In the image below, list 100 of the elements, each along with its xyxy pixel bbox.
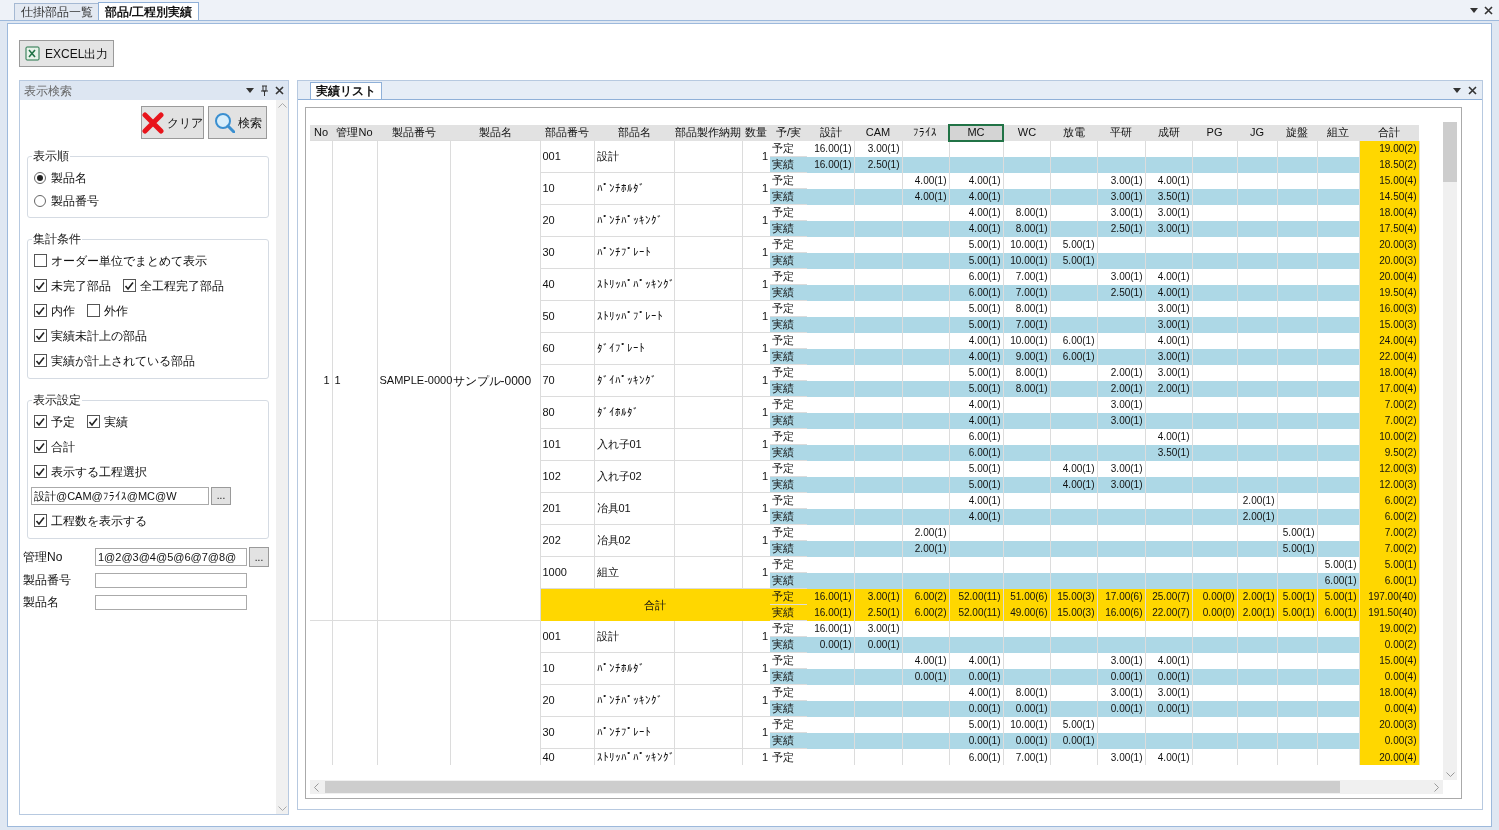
column-header[interactable]: 平研 bbox=[1097, 125, 1145, 141]
pin-icon[interactable] bbox=[261, 85, 268, 96]
checkbox[interactable] bbox=[87, 304, 100, 317]
checkbox-label: 全工程完了部品 bbox=[140, 277, 224, 295]
search-icon bbox=[213, 112, 235, 133]
checkbox[interactable] bbox=[34, 465, 47, 478]
browse-button[interactable]: ... bbox=[211, 487, 231, 505]
table-cell: 冶具01 bbox=[594, 492, 674, 525]
scroll-thumb[interactable] bbox=[325, 781, 1340, 793]
column-header[interactable]: No bbox=[310, 125, 332, 141]
table-cell: 1000 bbox=[540, 556, 594, 589]
dropdown-icon[interactable] bbox=[1453, 87, 1461, 93]
column-header[interactable]: 製品名 bbox=[450, 125, 540, 141]
check-icon bbox=[35, 305, 46, 316]
checkbox[interactable] bbox=[34, 514, 47, 527]
dropdown-icon[interactable] bbox=[246, 88, 254, 93]
checkbox-label: 外作 bbox=[104, 302, 128, 320]
column-header[interactable]: WC bbox=[1003, 125, 1050, 141]
table-cell: 10 bbox=[540, 652, 594, 685]
input-field[interactable] bbox=[95, 594, 247, 610]
checkbox[interactable] bbox=[34, 279, 47, 292]
table-cell: 70 bbox=[540, 364, 594, 397]
table-cell: 40 bbox=[540, 268, 594, 301]
table-cell: 102 bbox=[540, 460, 594, 493]
column-header[interactable]: 放電 bbox=[1050, 125, 1097, 141]
checkbox-label: 実績が計上されている部品 bbox=[51, 352, 195, 370]
check-icon bbox=[88, 416, 99, 427]
field-label: 製品名 bbox=[23, 594, 60, 611]
table-cell: 設計 bbox=[594, 620, 674, 653]
close-icon[interactable] bbox=[275, 86, 284, 95]
column-header[interactable]: 合計 bbox=[1359, 125, 1419, 141]
spreadsheet-icon bbox=[25, 46, 40, 61]
radio-button[interactable] bbox=[34, 171, 46, 184]
field-label: 製品番号 bbox=[23, 572, 72, 589]
checkbox[interactable] bbox=[34, 440, 47, 453]
dropdown-icon[interactable] bbox=[1470, 7, 1478, 13]
total-label: 合計 bbox=[540, 588, 770, 621]
table-cell: 201 bbox=[540, 492, 594, 525]
column-header[interactable]: 管理No bbox=[332, 125, 377, 141]
close-icon[interactable] bbox=[1468, 85, 1477, 95]
column-header[interactable]: 組立 bbox=[1317, 125, 1359, 141]
column-header[interactable]: 製品番号 bbox=[377, 125, 450, 141]
clear-button[interactable]: クリア bbox=[141, 106, 204, 139]
column-header[interactable]: PG bbox=[1192, 125, 1237, 141]
search-button[interactable]: 検索 bbox=[208, 106, 267, 139]
input-field[interactable]: 1@2@3@4@5@6@7@8@ bbox=[95, 548, 247, 566]
checkbox[interactable] bbox=[123, 279, 136, 292]
browse-button[interactable]: ... bbox=[249, 547, 269, 567]
column-header[interactable]: CAM bbox=[854, 125, 902, 141]
check-icon bbox=[35, 280, 46, 291]
horizontal-scrollbar[interactable] bbox=[310, 780, 1443, 794]
column-header[interactable]: ﾌﾗｲｽ bbox=[902, 125, 949, 141]
column-header[interactable]: 予/実 bbox=[770, 125, 807, 141]
table-cell: 20 bbox=[540, 204, 594, 237]
scroll-thumb[interactable] bbox=[1443, 122, 1457, 182]
radio-button[interactable] bbox=[34, 194, 46, 207]
checkbox[interactable] bbox=[87, 415, 100, 428]
process-field[interactable]: 設計@CAM@ﾌﾗｲｽ@MC@W bbox=[31, 487, 209, 505]
checkbox-label: 未完了部品 bbox=[51, 277, 111, 295]
table-cell: 入れ子02 bbox=[594, 460, 674, 493]
column-header[interactable]: 部品番号 bbox=[540, 125, 594, 141]
column-header[interactable]: 成研 bbox=[1145, 125, 1192, 141]
x-icon bbox=[142, 111, 164, 134]
column-header[interactable]: 設計 bbox=[807, 125, 854, 141]
table-cell: ﾊﾟﾝﾁﾌﾟﾚｰﾄ bbox=[594, 236, 674, 269]
panel-tab[interactable]: 実績リスト bbox=[310, 82, 382, 99]
table-cell: 1 bbox=[310, 140, 332, 621]
table-cell: ｽﾄﾘｯﾊﾟﾊﾟｯｷﾝｸﾞ bbox=[594, 748, 674, 765]
check-icon bbox=[35, 355, 46, 366]
column-header[interactable]: 数量 bbox=[742, 125, 770, 141]
column-header[interactable]: 旋盤 bbox=[1277, 125, 1317, 141]
group-title: 表示順 bbox=[32, 148, 70, 165]
column-header[interactable]: JG bbox=[1237, 125, 1277, 141]
table-cell: 入れ子01 bbox=[594, 428, 674, 461]
checkbox[interactable] bbox=[34, 415, 47, 428]
vertical-scrollbar[interactable] bbox=[1443, 124, 1457, 780]
tab[interactable]: 部品/工程別実績 bbox=[98, 2, 200, 20]
table-cell: ﾊﾟﾝﾁﾊﾟｯｷﾝｸﾞ bbox=[594, 204, 674, 237]
field-label: 管理No bbox=[23, 549, 64, 566]
table-cell: 60 bbox=[540, 332, 594, 365]
radio-label: 製品番号 bbox=[51, 192, 99, 210]
checkbox[interactable] bbox=[34, 254, 47, 267]
checkbox[interactable] bbox=[34, 304, 47, 317]
checkbox-label: 内作 bbox=[51, 302, 75, 320]
check-icon bbox=[35, 466, 46, 477]
column-header[interactable]: 部品製作納期 bbox=[674, 125, 742, 141]
excel-export-button[interactable]: EXCEL出力 bbox=[19, 40, 115, 67]
table-cell: 30 bbox=[540, 716, 594, 749]
input-field[interactable] bbox=[95, 572, 247, 588]
table-cell: 001 bbox=[540, 620, 594, 653]
checkbox[interactable] bbox=[34, 354, 47, 367]
column-header[interactable]: MC bbox=[949, 125, 1003, 141]
check-icon bbox=[35, 441, 46, 452]
table-cell: ｽﾄﾘｯﾊﾟﾌﾟﾚｰﾄ bbox=[594, 300, 674, 333]
tab[interactable]: 仕掛部品一覧 bbox=[14, 3, 100, 20]
close-icon[interactable] bbox=[1484, 5, 1493, 15]
checkbox[interactable] bbox=[34, 329, 47, 342]
table-cell: 40 bbox=[540, 748, 594, 765]
column-header[interactable]: 部品名 bbox=[594, 125, 674, 141]
panel-title: 表示検索 bbox=[24, 82, 72, 100]
